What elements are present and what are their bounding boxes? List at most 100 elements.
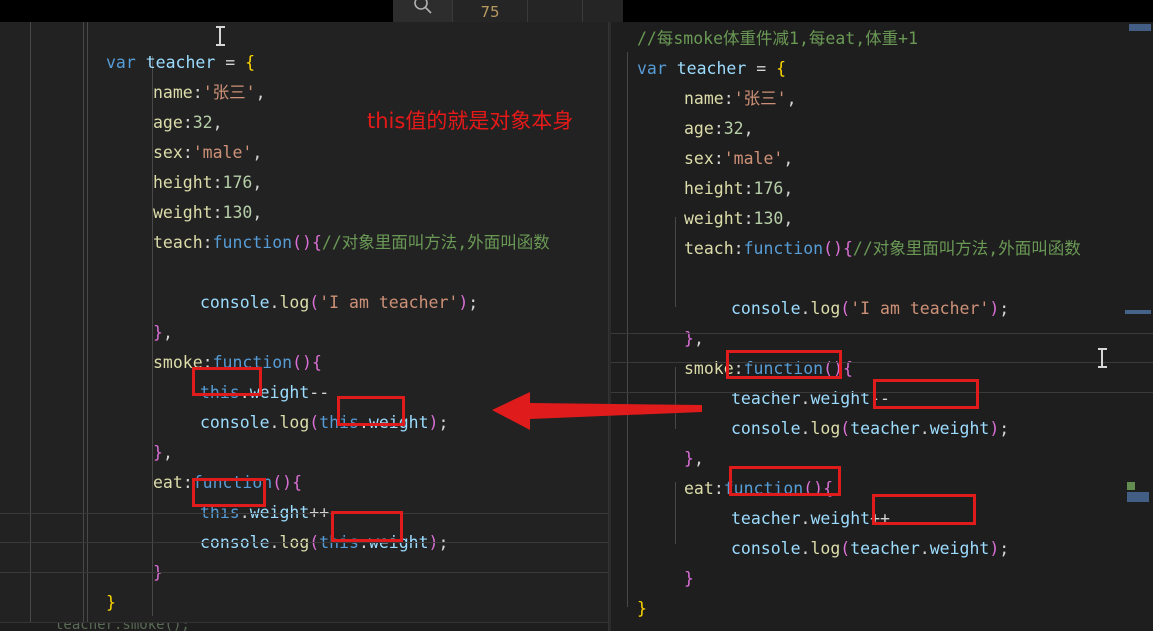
- code-line[interactable]: //每smoke体重件减1,每eat,体重+1: [611, 24, 1153, 54]
- code-token: weight: [684, 209, 744, 228]
- code-line[interactable]: height:176,: [0, 168, 608, 198]
- code-line[interactable]: weight:130,: [0, 198, 608, 228]
- toolbar-blank-cell-1[interactable]: [528, 0, 583, 22]
- code-token: :: [713, 479, 724, 498]
- code-line[interactable]: console.log('I am teacher');: [0, 288, 608, 318]
- code-token: ++: [870, 509, 890, 528]
- code-token: :: [182, 143, 193, 162]
- code-token: name: [684, 89, 724, 108]
- code-token: function: [192, 473, 273, 492]
- code-token: function: [212, 233, 293, 252]
- code-token: {: [311, 233, 322, 252]
- code-line[interactable]: teacher.weight++: [611, 504, 1153, 534]
- code-line[interactable]: eat:function(){: [0, 468, 608, 498]
- code-line[interactable]: }: [611, 564, 1153, 594]
- code-line[interactable]: weight:130,: [611, 204, 1153, 234]
- code-token: }: [684, 569, 694, 588]
- code-token: console: [731, 419, 801, 438]
- code-token: teacher: [676, 59, 747, 78]
- code-line[interactable]: console.log(this.weight);: [0, 408, 608, 438]
- code-token: :: [743, 209, 754, 228]
- code-line[interactable]: sex:'male',: [611, 144, 1153, 174]
- code-line[interactable]: var teacher = {: [0, 48, 608, 78]
- code-token: 32: [723, 119, 744, 138]
- code-token: ;: [438, 413, 449, 432]
- code-line[interactable]: smoke:function(){: [0, 348, 608, 378]
- code-token: ,: [783, 209, 794, 228]
- code-line[interactable]: name:'张三',: [0, 78, 608, 108]
- code-token: }: [684, 449, 694, 468]
- code-token: .: [800, 419, 811, 438]
- code-line[interactable]: },: [611, 324, 1153, 354]
- right-code-content[interactable]: //每smoke体重件减1,每eat,体重+1 var teacher = {na…: [611, 22, 1153, 631]
- code-token: .: [919, 419, 930, 438]
- code-line[interactable]: var teacher = {: [611, 54, 1153, 84]
- code-line[interactable]: teacher.weight--: [611, 384, 1153, 414]
- code-token: 130: [753, 209, 784, 228]
- code-token: console: [200, 533, 270, 552]
- code-token: ,: [162, 323, 173, 342]
- code-line[interactable]: teach:function(){//对象里面叫方法,外面叫函数: [611, 234, 1153, 294]
- code-token: teacher: [850, 539, 920, 558]
- code-token: .: [269, 533, 280, 552]
- code-line[interactable]: console.log(teacher.weight);: [611, 414, 1153, 444]
- minimap-marker: [1127, 492, 1149, 502]
- code-token: 'I am teacher': [850, 299, 990, 318]
- code-line[interactable]: }: [0, 558, 608, 588]
- code-token: (: [309, 413, 320, 432]
- code-line[interactable]: console.log(teacher.weight);: [611, 534, 1153, 564]
- code-token: height: [684, 179, 744, 198]
- code-token: :: [182, 113, 193, 132]
- code-line[interactable]: }: [611, 594, 1153, 624]
- code-token: function: [723, 479, 804, 498]
- code-token: .: [239, 383, 250, 402]
- code-token: function: [743, 359, 824, 378]
- code-token: teacher: [731, 509, 801, 528]
- code-line[interactable]: name:'张三',: [611, 84, 1153, 114]
- code-token: 'I am teacher': [319, 293, 459, 312]
- code-token: ;: [468, 293, 479, 312]
- code-line[interactable]: teacher.smoke(); //129: [611, 624, 1153, 631]
- code-token: (: [309, 533, 320, 552]
- code-token: ): [428, 533, 439, 552]
- code-line[interactable]: },: [0, 438, 608, 468]
- code-token: this: [319, 413, 359, 432]
- code-line[interactable]: console.log(this.weight);: [0, 528, 608, 558]
- code-token: eat: [684, 479, 714, 498]
- code-token: .: [269, 413, 280, 432]
- code-token: .: [800, 509, 811, 528]
- code-line[interactable]: },: [0, 318, 608, 348]
- code-line[interactable]: }: [0, 588, 608, 618]
- code-token: (: [840, 299, 851, 318]
- code-line[interactable]: },: [611, 444, 1153, 474]
- code-line[interactable]: eat:function(){: [611, 474, 1153, 504]
- code-token: =: [746, 59, 777, 78]
- code-line[interactable]: this.weight++: [0, 498, 608, 528]
- code-line[interactable]: console.log('I am teacher');: [611, 294, 1153, 324]
- code-line[interactable]: smoke:function(){: [611, 354, 1153, 384]
- code-token: ): [989, 299, 1000, 318]
- code-line[interactable]: this.weight--: [0, 378, 608, 408]
- code-token: log: [810, 419, 841, 438]
- code-token: (): [823, 239, 843, 258]
- toolbar-blank-cell-2[interactable]: [583, 0, 623, 22]
- code-token: log: [810, 299, 841, 318]
- code-token: ): [989, 539, 1000, 558]
- code-token: ): [428, 413, 439, 432]
- code-token: (: [840, 419, 851, 438]
- search-icon[interactable]: [393, 0, 453, 22]
- code-token: sex: [684, 149, 714, 168]
- code-token: .: [358, 533, 369, 552]
- code-token: teach: [153, 233, 203, 252]
- code-line[interactable]: height:176,: [611, 174, 1153, 204]
- code-token: ,: [212, 113, 223, 132]
- code-line[interactable]: age:32,: [611, 114, 1153, 144]
- code-token: --: [309, 383, 330, 402]
- code-token: .: [800, 299, 811, 318]
- code-line[interactable]: sex:'male',: [0, 138, 608, 168]
- code-token: weight: [368, 533, 429, 552]
- code-token: {: [245, 53, 256, 72]
- minimap[interactable]: [1125, 22, 1153, 631]
- code-line[interactable]: teach:function(){//对象里面叫方法,外面叫函数: [0, 228, 608, 288]
- right-editor-pane[interactable]: //每smoke体重件减1,每eat,体重+1 var teacher = {na…: [611, 22, 1153, 631]
